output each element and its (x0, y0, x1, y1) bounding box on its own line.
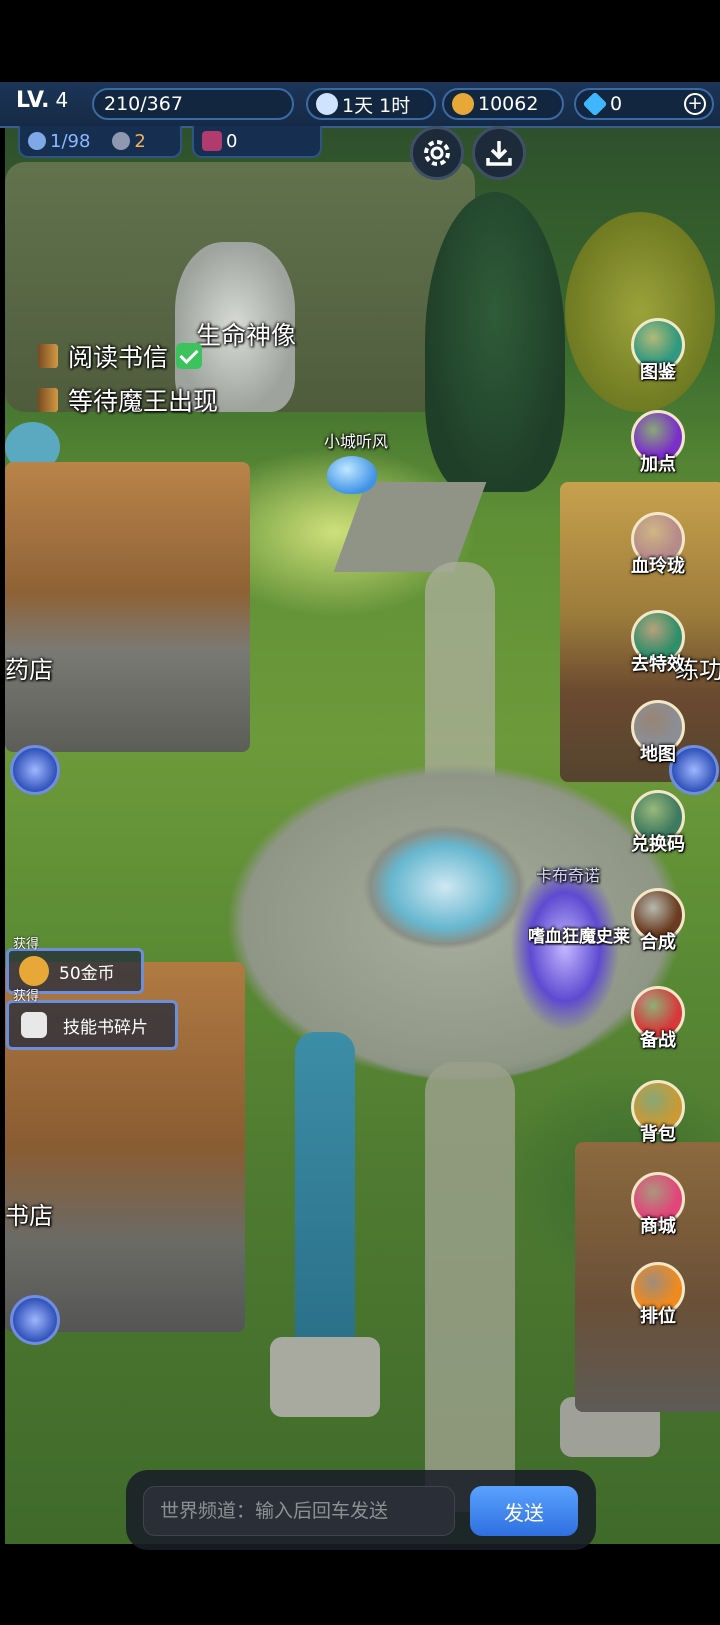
level-value: 4 (55, 88, 69, 112)
stone-path-south (425, 1062, 515, 1512)
quest-item-read-letter[interactable]: 阅读书信 (38, 338, 203, 374)
game-map-scene[interactable] (5, 82, 720, 1544)
exp-value: 210/367 (104, 93, 183, 115)
clock-icon (316, 93, 338, 115)
reward-toast-skillbook: 获得 技能书碎片 (6, 989, 178, 1050)
stat-c-value: 0 (226, 130, 238, 152)
side-menu-label: 血玲珑 (631, 556, 685, 577)
side-menu-label: 兑换码 (631, 834, 685, 855)
level-label: LV. (16, 88, 50, 113)
reward-tag: 获得 (13, 989, 40, 1004)
statue-label: 生命神像 (196, 321, 297, 350)
reward-tag: 获得 (13, 937, 40, 952)
stat-a-value: 1/98 (50, 130, 91, 152)
side-menu-button[interactable]: 去特效 (628, 610, 688, 676)
check-icon (176, 343, 203, 369)
time-value: 1天 1时 (342, 94, 411, 117)
side-menu-button[interactable]: 加点 (628, 410, 688, 476)
skull-icon (112, 132, 131, 150)
exp-bar: 210/367 (92, 88, 294, 120)
diamond-icon (582, 91, 608, 117)
side-menu-label: 图鉴 (640, 362, 676, 383)
side-menu-label: 备战 (640, 1030, 676, 1051)
side-menu-label: 去特效 (631, 654, 685, 675)
stone-stairs (333, 482, 487, 572)
boss-name-label: 嗜血狂魔史莱 (528, 927, 630, 946)
hero-name-label: 卡布奇诺 (536, 866, 601, 885)
book-icon (38, 344, 58, 368)
sub-stat-bar-2: 0 (192, 126, 322, 158)
side-menu-label: 商城 (640, 1216, 676, 1237)
side-menu-button[interactable]: 合成 (628, 888, 688, 954)
side-menu-label: 加点 (640, 454, 676, 475)
level-indicator: LV. 4 (16, 88, 68, 120)
pharmacy-label: 药店 (5, 656, 53, 684)
player-slime-avatar[interactable] (327, 456, 377, 494)
side-menu-button[interactable]: 血玲珑 (628, 512, 688, 578)
stat-b-value: 2 (134, 130, 146, 152)
side-menu-button[interactable]: 图鉴 (628, 318, 688, 384)
portal-icon[interactable] (10, 745, 60, 795)
book-icon (38, 388, 58, 412)
side-menu-button[interactable]: 排位 (628, 1262, 688, 1328)
reward-text: 技能书碎片 (63, 1017, 148, 1038)
diamond-display: 0 + (574, 88, 714, 120)
fountain (360, 822, 530, 952)
player-name-label: 小城听风 (324, 432, 389, 451)
quest-label: 阅读书信 (68, 343, 169, 372)
quest-label: 等待魔王出现 (68, 387, 219, 416)
portal-icon[interactable] (10, 1295, 60, 1345)
download-button[interactable] (472, 126, 526, 180)
time-display: 1天 1时 (306, 88, 436, 120)
boss-name-clip: 嗜血狂魔史莱 (528, 922, 634, 946)
side-menu-label: 背包 (640, 1124, 676, 1145)
hero-name-clip: 卡布奇诺 (536, 862, 630, 886)
bookstore-label: 书店 (5, 1202, 53, 1230)
side-menu-button[interactable]: 商城 (628, 1172, 688, 1238)
pine-tree (425, 192, 565, 492)
stream (295, 1032, 355, 1362)
coin-icon (452, 93, 474, 115)
side-menu-button[interactable]: 备战 (628, 986, 688, 1052)
side-menu-label: 地图 (640, 744, 676, 765)
boss-character[interactable] (510, 862, 620, 1032)
world-chat-input[interactable] (143, 1486, 455, 1536)
water-drop-icon (28, 132, 46, 150)
quest-item-wait-demon[interactable]: 等待魔王出现 (38, 382, 218, 418)
sub-stat-bar: 1/98 2 (18, 126, 182, 158)
side-menu-label: 合成 (640, 932, 676, 953)
side-menu-button[interactable]: 背包 (628, 1080, 688, 1146)
gold-value: 10062 (478, 93, 539, 115)
gear-icon (424, 140, 450, 166)
settings-button[interactable] (410, 126, 464, 180)
scroll-icon (21, 1012, 47, 1038)
gold-display: 10062 (442, 88, 564, 120)
demon-icon (202, 131, 222, 151)
side-menu-button[interactable]: 兑换码 (628, 790, 688, 856)
stone-bridge (270, 1337, 380, 1417)
pharmacy-building[interactable] (5, 462, 250, 752)
side-menu-label: 排位 (640, 1306, 676, 1327)
reward-text: 50金币 (59, 963, 115, 984)
coin-icon (19, 956, 49, 986)
download-icon (486, 141, 512, 166)
side-menu-button[interactable]: 地图 (628, 700, 688, 766)
diamond-value: 0 (610, 93, 623, 115)
add-diamond-icon[interactable]: + (684, 93, 706, 115)
send-button[interactable]: 发送 (470, 1486, 578, 1536)
